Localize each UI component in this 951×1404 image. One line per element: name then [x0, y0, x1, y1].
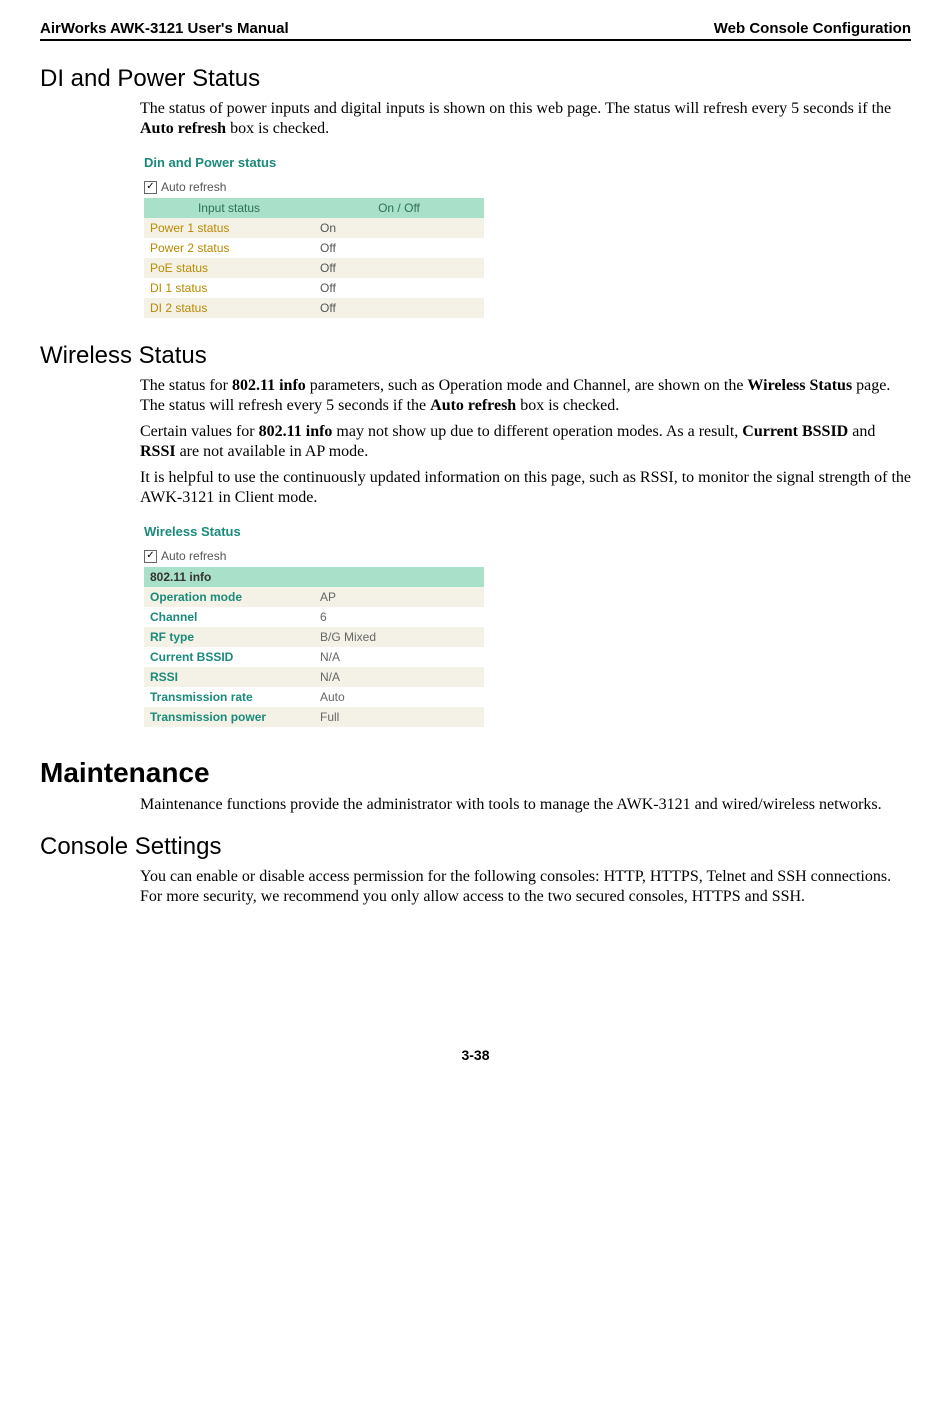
text: may not show up due to different operati…	[332, 423, 742, 440]
row-label: Transmission rate	[144, 687, 314, 707]
wireless-status-widget: Wireless Status ✓ Auto refresh 802.11 in…	[140, 518, 500, 733]
auto-refresh-label: Auto refresh	[161, 180, 226, 194]
row-label: Transmission power	[144, 707, 314, 727]
row-label: Current BSSID	[144, 647, 314, 667]
row-value: N/A	[314, 667, 484, 687]
row-label: PoE status	[144, 258, 314, 278]
row-value: Off	[314, 278, 484, 298]
bold: Auto refresh	[430, 397, 516, 414]
row-value: On	[314, 218, 484, 238]
table-row: Operation modeAP	[144, 587, 484, 607]
auto-refresh-checkbox[interactable]: ✓	[144, 181, 157, 194]
table-row: Power 2 statusOff	[144, 238, 484, 258]
table-row: RF typeB/G Mixed	[144, 627, 484, 647]
row-label: RSSI	[144, 667, 314, 687]
table-row: Power 1 statusOn	[144, 218, 484, 238]
section-heading-wireless: Wireless Status	[40, 342, 911, 370]
page-number: 3-38	[40, 1047, 911, 1063]
row-label: Power 2 status	[144, 238, 314, 258]
wireless-status-table: 802.11 info Operation modeAP Channel6 RF…	[144, 567, 484, 727]
table-row: Transmission powerFull	[144, 707, 484, 727]
text: box is checked.	[516, 397, 619, 414]
row-value: Off	[314, 298, 484, 318]
auto-refresh-label: Auto refresh	[161, 549, 226, 563]
bold: Wireless Status	[747, 377, 852, 394]
table-row: DI 2 statusOff	[144, 298, 484, 318]
table-row: PoE statusOff	[144, 258, 484, 278]
auto-refresh-row: ✓ Auto refresh	[144, 549, 500, 563]
wireless-paragraph-3: It is helpful to use the continuously up…	[140, 468, 911, 508]
text: The status of power inputs and digital i…	[140, 100, 891, 117]
row-value: Off	[314, 258, 484, 278]
widget-title: Din and Power status	[144, 155, 500, 170]
bold: 802.11 info	[259, 423, 333, 440]
table-row: Channel6	[144, 607, 484, 627]
text: box is checked.	[226, 120, 329, 137]
page-header: AirWorks AWK-3121 User's Manual Web Cons…	[40, 20, 911, 41]
widget-title: Wireless Status	[144, 524, 500, 539]
section-heading-console: Console Settings	[40, 833, 911, 861]
table-header-row: 802.11 info	[144, 567, 484, 587]
row-value: Off	[314, 238, 484, 258]
text: and	[848, 423, 875, 440]
bold-auto-refresh: Auto refresh	[140, 120, 226, 137]
header-right: Web Console Configuration	[714, 20, 911, 37]
section-heading-di: DI and Power Status	[40, 65, 911, 93]
bold: Current BSSID	[742, 423, 848, 440]
section-header-80211: 802.11 info	[144, 567, 484, 587]
row-value: B/G Mixed	[314, 627, 484, 647]
table-row: DI 1 statusOff	[144, 278, 484, 298]
bold: 802.11 info	[232, 377, 306, 394]
din-status-table: Input status On / Off Power 1 statusOn P…	[144, 198, 484, 318]
row-label: DI 1 status	[144, 278, 314, 298]
row-value: Auto	[314, 687, 484, 707]
bold: RSSI	[140, 443, 176, 460]
table-row: Transmission rateAuto	[144, 687, 484, 707]
row-label: RF type	[144, 627, 314, 647]
table-row: RSSIN/A	[144, 667, 484, 687]
text: The status for	[140, 377, 232, 394]
table-row: Current BSSIDN/A	[144, 647, 484, 667]
row-label: Power 1 status	[144, 218, 314, 238]
row-value: N/A	[314, 647, 484, 667]
console-paragraph: You can enable or disable access permiss…	[140, 867, 911, 907]
row-label: Channel	[144, 607, 314, 627]
auto-refresh-row: ✓ Auto refresh	[144, 180, 500, 194]
header-left: AirWorks AWK-3121 User's Manual	[40, 20, 289, 37]
th-input-status: Input status	[144, 198, 314, 218]
section-heading-maintenance: Maintenance	[40, 757, 911, 789]
wireless-paragraph-1: The status for 802.11 info parameters, s…	[140, 376, 911, 416]
row-value: 6	[314, 607, 484, 627]
row-value: AP	[314, 587, 484, 607]
maintenance-paragraph: Maintenance functions provide the admini…	[140, 795, 911, 815]
wireless-paragraph-2: Certain values for 802.11 info may not s…	[140, 422, 911, 462]
text: parameters, such as Operation mode and C…	[306, 377, 748, 394]
table-header-row: Input status On / Off	[144, 198, 484, 218]
text: Certain values for	[140, 423, 259, 440]
row-value: Full	[314, 707, 484, 727]
row-label: Operation mode	[144, 587, 314, 607]
din-power-status-widget: Din and Power status ✓ Auto refresh Inpu…	[140, 149, 500, 324]
text: are not available in AP mode.	[176, 443, 369, 460]
row-label: DI 2 status	[144, 298, 314, 318]
th-on-off: On / Off	[314, 198, 484, 218]
di-paragraph: The status of power inputs and digital i…	[140, 99, 911, 139]
auto-refresh-checkbox[interactable]: ✓	[144, 550, 157, 563]
